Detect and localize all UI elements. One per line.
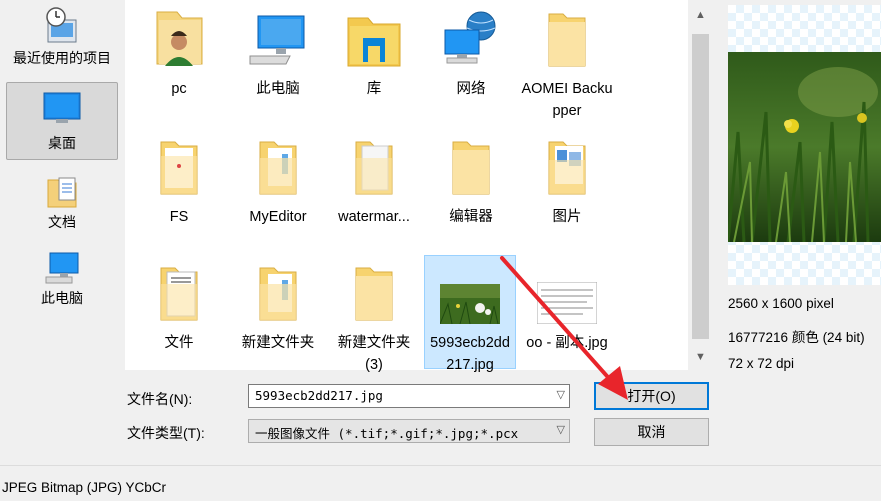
file-name: 新建文件夹 (3) bbox=[337, 335, 411, 373]
place-desktop[interactable]: 桌面 bbox=[6, 82, 118, 160]
folder-icon bbox=[355, 141, 393, 195]
place-this-pc[interactable]: 此电脑 bbox=[6, 250, 118, 312]
status-bar: JPEG Bitmap (JPG) YCbCr bbox=[0, 465, 881, 501]
file-name: FS bbox=[169, 209, 189, 225]
file-name: MyEditor bbox=[249, 209, 307, 225]
scroll-thumb[interactable] bbox=[692, 34, 709, 339]
folder-icon bbox=[160, 267, 198, 321]
file-name: 库 bbox=[366, 81, 382, 97]
status-text: JPEG Bitmap (JPG) YCbCr bbox=[2, 480, 167, 495]
place-recent-items[interactable]: 最近使用的项目 bbox=[6, 6, 118, 72]
file-item-watermark[interactable]: watermar... bbox=[328, 130, 420, 228]
scroll-down-icon[interactable]: ▼ bbox=[688, 346, 713, 368]
file-item-this-pc[interactable]: 此电脑 bbox=[232, 2, 324, 100]
file-item-pc[interactable]: pc bbox=[133, 2, 225, 100]
place-label: 此电脑 bbox=[41, 290, 83, 306]
filename-label: 文件名(N): bbox=[127, 391, 193, 407]
file-name: 新建文件夹 bbox=[241, 335, 315, 351]
file-name: 此电脑 bbox=[256, 81, 300, 97]
place-label: 文档 bbox=[48, 214, 76, 230]
file-item-new-folder-3[interactable]: 新建文件夹 (3) bbox=[328, 256, 420, 376]
file-name: pc bbox=[171, 81, 187, 97]
user-folder-icon bbox=[156, 11, 203, 66]
file-item-aomei-backupper[interactable]: AOMEI Backupper bbox=[521, 2, 613, 122]
places-bar: 最近使用的项目 桌面 文档 此电脑 bbox=[0, 0, 124, 465]
file-item-fs[interactable]: FS bbox=[133, 130, 225, 228]
image-dimensions: 2560 x 1600 pixel bbox=[728, 296, 834, 311]
image-dpi: 72 x 72 dpi bbox=[728, 356, 795, 371]
documents-icon bbox=[47, 177, 77, 208]
cancel-button[interactable]: 取消 bbox=[594, 418, 709, 446]
folder-icon bbox=[259, 267, 297, 321]
image-colors: 16777216 颜色 (24 bit) bbox=[728, 330, 865, 345]
file-name: watermar... bbox=[338, 209, 410, 225]
filetype-value: 一般图像文件 (*.tif;*.gif;*.jpg;*.pcx bbox=[255, 426, 519, 441]
library-icon bbox=[347, 17, 401, 67]
annotation-arrow-icon bbox=[500, 256, 628, 400]
folder-icon bbox=[548, 141, 586, 195]
file-item-new-folder[interactable]: 新建文件夹 bbox=[232, 256, 324, 354]
preview-photo bbox=[728, 52, 881, 242]
filetype-select[interactable]: 一般图像文件 (*.tif;*.gif;*.jpg;*.pcx ▽ bbox=[248, 419, 570, 443]
folder-icon bbox=[548, 13, 586, 67]
folder-icon bbox=[452, 141, 490, 195]
file-item-myeditor[interactable]: MyEditor bbox=[232, 130, 324, 228]
recent-items-icon bbox=[46, 7, 77, 43]
file-name: 网络 bbox=[456, 81, 486, 97]
vertical-scrollbar[interactable]: ▲ ▼ bbox=[688, 0, 713, 370]
file-name: 图片 bbox=[552, 209, 582, 225]
file-item-pictures[interactable]: 图片 bbox=[521, 130, 613, 228]
place-label: 最近使用的项目 bbox=[13, 50, 111, 66]
filename-value: 5993ecb2dd217.jpg bbox=[255, 388, 383, 403]
file-item-wenjian[interactable]: 文件 bbox=[133, 256, 225, 354]
desktop-icon bbox=[43, 92, 81, 123]
file-item-network[interactable]: 网络 bbox=[425, 2, 517, 100]
image-preview bbox=[728, 5, 881, 285]
filetype-label: 文件类型(T): bbox=[127, 425, 205, 441]
file-name: 编辑器 bbox=[449, 209, 493, 225]
this-pc-icon bbox=[45, 252, 79, 284]
file-name: 文件 bbox=[164, 335, 194, 351]
file-item-library[interactable]: 库 bbox=[328, 2, 420, 100]
place-documents[interactable]: 文档 bbox=[6, 172, 118, 232]
file-item-editor-cn[interactable]: 编辑器 bbox=[425, 130, 517, 228]
place-label: 桌面 bbox=[48, 135, 76, 151]
folder-icon bbox=[259, 141, 297, 195]
folder-icon bbox=[160, 141, 198, 195]
folder-icon bbox=[355, 267, 393, 321]
chevron-down-icon[interactable]: ▽ bbox=[554, 423, 565, 436]
network-icon bbox=[444, 11, 496, 64]
scroll-up-icon[interactable]: ▲ bbox=[688, 4, 713, 26]
file-name: AOMEI Backupper bbox=[521, 81, 613, 119]
computer-icon bbox=[249, 15, 305, 65]
